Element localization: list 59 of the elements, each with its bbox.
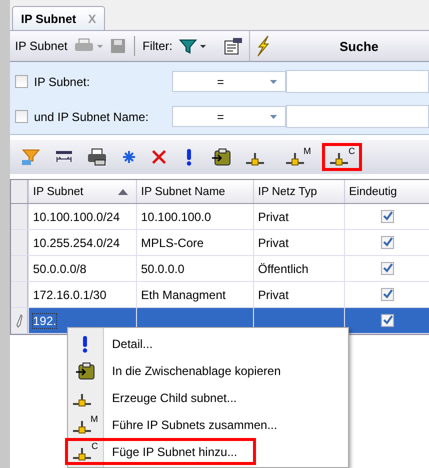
checkbox[interactable] bbox=[380, 314, 394, 327]
caret-icon bbox=[270, 114, 277, 118]
menu-item[interactable]: Erzeuge Child subnet... bbox=[65, 384, 256, 411]
value-field[interactable] bbox=[286, 70, 429, 93]
menu-item[interactable]: M Führe IP Subnets zusammen... bbox=[65, 411, 296, 438]
toolbar-title: IP Subnet bbox=[15, 39, 68, 53]
tab[interactable]: IP Subnet X bbox=[12, 6, 106, 30]
table-cell: Privat bbox=[253, 204, 344, 229]
table-cell: 10.100.100.0 bbox=[136, 204, 253, 229]
printer-icon bbox=[87, 148, 107, 166]
table-cell: Privat bbox=[253, 282, 344, 307]
exclamation-icon bbox=[81, 334, 89, 352]
table-cell: 50.0.0.0/8 bbox=[28, 256, 136, 281]
table-cell: Privat bbox=[253, 230, 344, 255]
value-field[interactable] bbox=[286, 105, 429, 128]
toolbar-button[interactable]: C bbox=[322, 143, 362, 171]
column-header[interactable]: IP Netz Typ bbox=[253, 180, 344, 203]
operator-dropdown[interactable]: = bbox=[172, 106, 286, 127]
checkbox[interactable] bbox=[15, 75, 28, 88]
exclamation-icon bbox=[185, 148, 193, 166]
clipboard-icon bbox=[211, 148, 231, 166]
operator-dropdown[interactable]: = bbox=[172, 71, 286, 92]
search-button[interactable]: Suche bbox=[248, 31, 429, 61]
caret-icon bbox=[270, 80, 277, 84]
filter-label: und IP Subnet Name: bbox=[34, 110, 150, 124]
save-icon[interactable] bbox=[110, 38, 126, 54]
pencil-icon bbox=[15, 314, 23, 328]
table-cell: 10.255.254.0/24 bbox=[28, 230, 136, 255]
table-cell: Öffentlich bbox=[253, 256, 344, 281]
row-header bbox=[11, 180, 28, 203]
table-cell: 10.100.100.0/24 bbox=[28, 204, 136, 229]
row-header[interactable] bbox=[11, 308, 28, 333]
table-cell: Eth Managment bbox=[136, 282, 253, 307]
table-cell: MPLS-Core bbox=[136, 230, 253, 255]
funnel-icon bbox=[21, 148, 41, 166]
table-cell: 50.0.0.0 bbox=[136, 256, 253, 281]
menu-item[interactable]: In die Zwischenablage kopieren bbox=[65, 357, 300, 384]
column-header[interactable]: IP Subnet Name bbox=[136, 180, 253, 203]
snowflake-icon bbox=[122, 150, 136, 164]
filter-label: Filter: bbox=[142, 39, 172, 53]
menu-item[interactable]: C Füge IP Subnet hinzu... bbox=[65, 438, 256, 465]
funnel-icon[interactable] bbox=[178, 38, 206, 54]
lightning-icon bbox=[256, 35, 270, 57]
checkbox[interactable] bbox=[380, 288, 394, 301]
toolbar-button[interactable]: M bbox=[282, 143, 314, 171]
table-cell: 172.16.0.1/30 bbox=[28, 282, 136, 307]
column-header[interactable]: IP Subnet bbox=[28, 180, 136, 203]
filter-label: IP Subnet: bbox=[34, 74, 91, 88]
columns-icon bbox=[55, 149, 73, 165]
checkbox[interactable] bbox=[380, 210, 394, 223]
delete-icon bbox=[151, 149, 167, 165]
checkbox[interactable] bbox=[15, 110, 28, 123]
checkbox[interactable] bbox=[380, 262, 394, 275]
menu-item[interactable]: Detail... bbox=[65, 330, 172, 357]
properties-icon[interactable] bbox=[222, 37, 242, 55]
column-header[interactable]: Eindeutig bbox=[344, 180, 429, 203]
clipboard-icon bbox=[75, 362, 95, 380]
printer-icon[interactable] bbox=[74, 38, 104, 54]
checkbox[interactable] bbox=[380, 236, 394, 249]
